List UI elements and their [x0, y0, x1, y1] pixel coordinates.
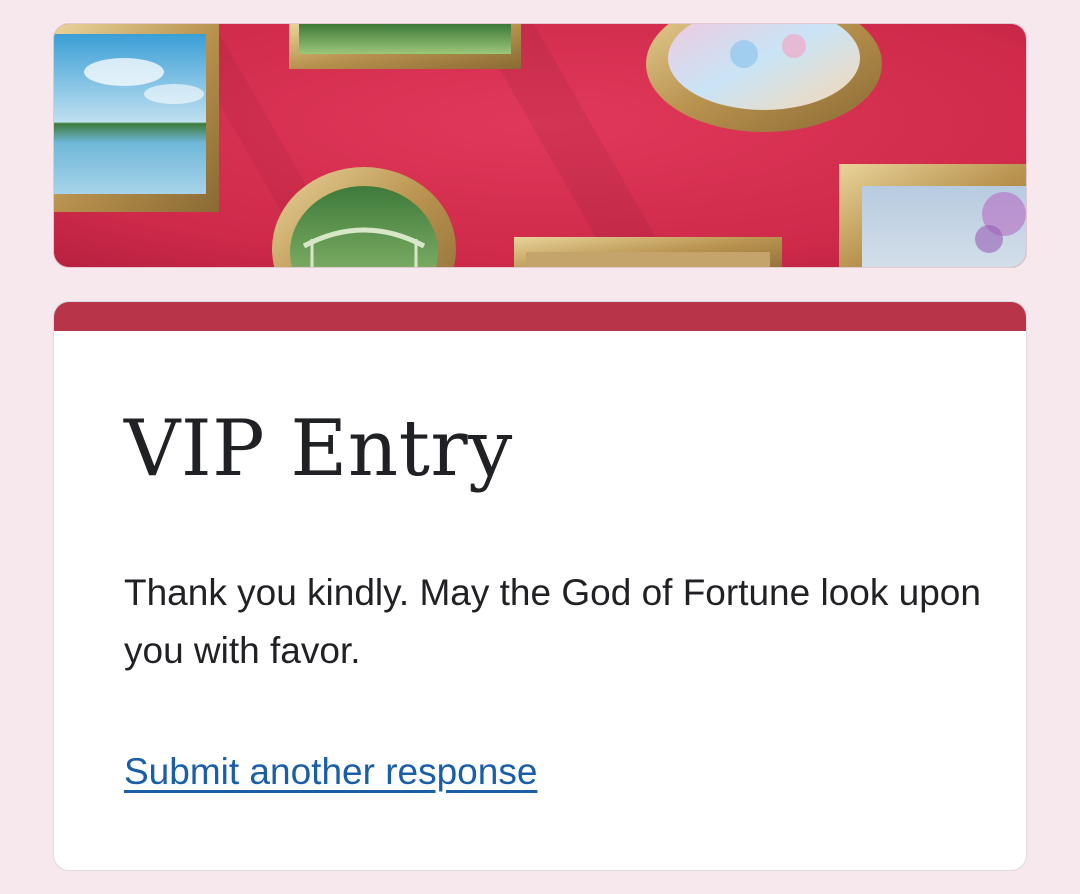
submit-another-response-link[interactable]: Submit another response: [124, 751, 537, 793]
confirmation-card: VIP Entry Thank you kindly. May the God …: [53, 301, 1027, 871]
form-title: VIP Entry: [124, 404, 513, 494]
confirmation-message: Thank you kindly. May the God of Fortune…: [124, 572, 981, 671]
form-confirmation-page: VIP Entry Thank you kindly. May the God …: [0, 0, 1080, 894]
card-accent-bar: [54, 302, 1026, 331]
header-banner-image: [53, 23, 1027, 268]
